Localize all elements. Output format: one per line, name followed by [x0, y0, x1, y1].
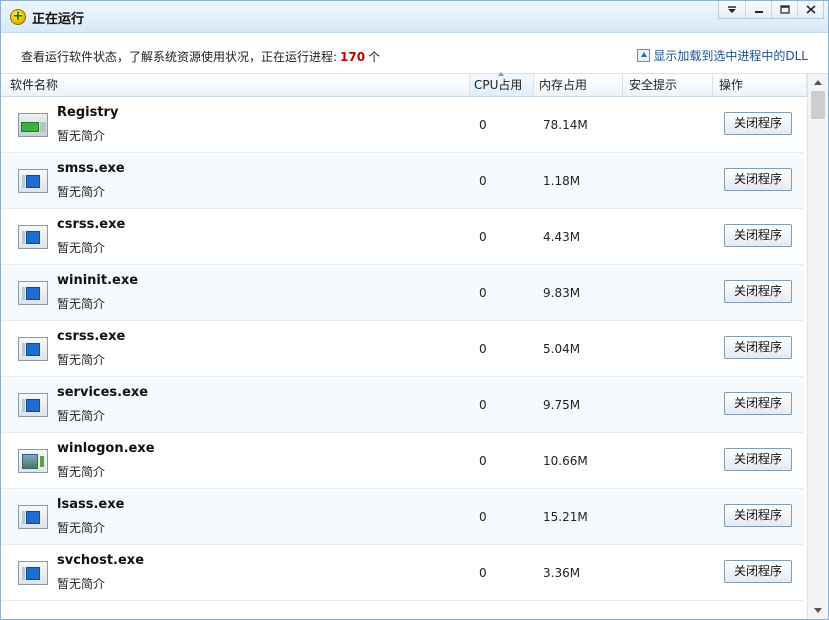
- title-bar: + 正在运行: [1, 1, 828, 33]
- close-program-button[interactable]: 关闭程序: [724, 168, 792, 191]
- memory-usage: 9.75M: [543, 398, 581, 412]
- table-row[interactable]: svchost.exe 暂无简介 0 3.36M 关闭程序: [1, 545, 804, 601]
- memory-usage: 3.36M: [543, 566, 581, 580]
- process-window-icon: [18, 337, 48, 361]
- process-description: 暂无简介: [57, 465, 106, 479]
- process-name: csrss.exe: [57, 329, 126, 344]
- column-header-action-label: 操作: [719, 78, 744, 92]
- table-row[interactable]: services.exe 暂无简介 0 9.75M 关闭程序: [1, 377, 804, 433]
- close-icon[interactable]: [797, 1, 823, 18]
- process-count: 170: [340, 50, 366, 64]
- table-row[interactable]: csrss.exe 暂无简介 0 5.04M 关闭程序: [1, 321, 804, 377]
- memory-usage: 5.04M: [543, 342, 581, 356]
- cpu-usage: 0: [479, 454, 487, 468]
- memory-usage: 78.14M: [543, 118, 588, 132]
- upload-arrow-icon: [637, 49, 651, 62]
- table-row[interactable]: lsass.exe 暂无简介 0 15.21M 关闭程序: [1, 489, 804, 545]
- cpu-usage: 0: [479, 566, 487, 580]
- memory-usage: 9.83M: [543, 286, 581, 300]
- table-row[interactable]: csrss.exe 暂无简介 0 4.43M 关闭程序: [1, 209, 804, 265]
- cpu-usage: 0: [479, 174, 487, 188]
- sort-indicator-icon: [498, 72, 504, 76]
- process-description: 暂无简介: [57, 577, 106, 591]
- minimize-icon[interactable]: [745, 1, 771, 18]
- process-name: smss.exe: [57, 161, 125, 176]
- winlogon-icon: [18, 449, 48, 473]
- column-header-name[interactable]: 软件名称: [1, 74, 470, 96]
- process-name: Registry: [57, 105, 119, 120]
- app-logo-icon: +: [10, 9, 26, 25]
- process-name: services.exe: [57, 385, 149, 400]
- close-program-button[interactable]: 关闭程序: [724, 448, 792, 471]
- column-header-security-label: 安全提示: [629, 78, 678, 92]
- dll-link-label: 显示加载到选中进程中的DLL: [653, 49, 808, 63]
- process-description: 暂无简介: [57, 409, 106, 423]
- close-program-button[interactable]: 关闭程序: [724, 560, 792, 583]
- cpu-usage: 0: [479, 510, 487, 524]
- process-name: svchost.exe: [57, 553, 145, 568]
- process-name: csrss.exe: [57, 217, 126, 232]
- process-description: 暂无简介: [57, 297, 106, 311]
- column-header-memory-label: 内存占用: [539, 78, 588, 92]
- table-row[interactable]: Registry 暂无简介 0 78.14M 关闭程序: [1, 97, 804, 153]
- scroll-down-arrow-icon[interactable]: [808, 602, 828, 619]
- close-program-button[interactable]: 关闭程序: [724, 504, 792, 527]
- table-row[interactable]: smss.exe 暂无简介 0 1.18M 关闭程序: [1, 153, 804, 209]
- close-program-button[interactable]: 关闭程序: [724, 224, 792, 247]
- memory-usage: 4.43M: [543, 230, 581, 244]
- show-dll-link[interactable]: 显示加载到选中进程中的DLL: [637, 47, 808, 64]
- window-title: 正在运行: [32, 12, 85, 27]
- column-header-security[interactable]: 安全提示: [623, 74, 713, 96]
- vertical-scrollbar[interactable]: [807, 74, 828, 619]
- scroll-up-arrow-icon[interactable]: [808, 74, 828, 91]
- process-description: 暂无简介: [57, 521, 106, 535]
- process-list: Registry 暂无简介 0 78.14M 关闭程序 smss.exe 暂无简…: [1, 97, 807, 619]
- close-program-button[interactable]: 关闭程序: [724, 336, 792, 359]
- status-info-bar: 查看运行软件状态，了解系统资源使用状况，正在运行进程: 170 个 显示加载到选中进…: [1, 33, 828, 73]
- process-description: 暂无简介: [57, 353, 106, 367]
- process-description: 暂无简介: [57, 241, 106, 255]
- process-name: winlogon.exe: [57, 441, 155, 456]
- close-program-button[interactable]: 关闭程序: [724, 392, 792, 415]
- running-processes-window: + 正在运行 查看运行软件状态，了解系统资源使用状况，正在运行进程: 170 个 显…: [0, 0, 829, 620]
- cpu-usage: 0: [479, 230, 487, 244]
- cpu-usage: 0: [479, 398, 487, 412]
- column-header-memory[interactable]: 内存占用: [534, 74, 623, 96]
- scrollbar-thumb[interactable]: [811, 91, 825, 119]
- close-program-button[interactable]: 关闭程序: [724, 112, 792, 135]
- table-row[interactable]: wininit.exe 暂无简介 0 9.83M 关闭程序: [1, 265, 804, 321]
- maximize-icon[interactable]: [771, 1, 797, 18]
- table-header: 软件名称 CPU占用 内存占用 安全提示 操作: [1, 72, 828, 97]
- process-window-icon: [18, 561, 48, 585]
- memory-usage: 1.18M: [543, 174, 581, 188]
- process-description: 暂无简介: [57, 185, 106, 199]
- cpu-usage: 0: [479, 342, 487, 356]
- column-header-action[interactable]: 操作: [713, 74, 807, 96]
- chevron-down-icon[interactable]: [719, 1, 745, 18]
- process-summary: 查看运行软件状态，了解系统资源使用状况，正在运行进程: 170 个: [21, 48, 380, 65]
- column-header-cpu[interactable]: CPU占用: [470, 72, 534, 96]
- process-window-icon: [18, 225, 48, 249]
- column-header-cpu-label: CPU占用: [474, 78, 523, 92]
- memory-usage: 10.66M: [543, 454, 588, 468]
- table-row[interactable]: winlogon.exe 暂无简介 0 10.66M 关闭程序: [1, 433, 804, 489]
- process-window-icon: [18, 393, 48, 417]
- process-name: lsass.exe: [57, 497, 125, 512]
- registry-icon: [18, 113, 48, 137]
- process-description: 暂无简介: [57, 129, 106, 143]
- summary-text: 查看运行软件状态，了解系统资源使用状况，正在运行进程:: [21, 50, 338, 64]
- column-header-name-label: 软件名称: [10, 78, 59, 92]
- cpu-usage: 0: [479, 286, 487, 300]
- close-program-button[interactable]: 关闭程序: [724, 280, 792, 303]
- count-unit: 个: [368, 50, 381, 64]
- process-name: wininit.exe: [57, 273, 139, 288]
- process-window-icon: [18, 169, 48, 193]
- process-window-icon: [18, 281, 48, 305]
- process-window-icon: [18, 505, 48, 529]
- window-controls: [718, 1, 824, 19]
- cpu-usage: 0: [479, 118, 487, 132]
- memory-usage: 15.21M: [543, 510, 588, 524]
